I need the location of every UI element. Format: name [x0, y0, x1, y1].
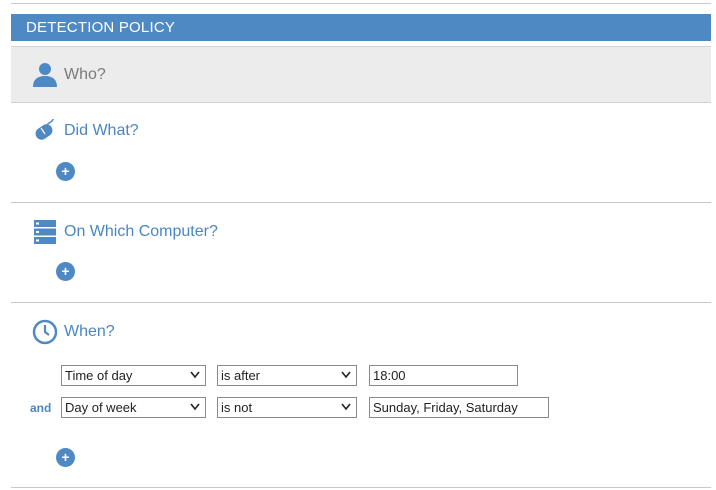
condition-field-select[interactable]: Time of day	[61, 365, 206, 386]
section-when-title: When?	[64, 323, 115, 340]
condition-field-value: Time of day	[65, 368, 133, 383]
detection-policy-panel: DETECTION POLICY Who? Did What? + On Whi…	[11, 0, 711, 490]
condition-operator-value: is after	[221, 368, 261, 383]
chevron-down-icon	[341, 403, 351, 411]
chevron-down-icon	[190, 403, 200, 411]
section-on-which-computer: On Which Computer? +	[11, 202, 711, 302]
section-who[interactable]: Who?	[11, 46, 711, 103]
condition-operator-select[interactable]: is after	[217, 365, 357, 386]
mouse-icon	[31, 117, 59, 145]
section-who-header: Who?	[31, 61, 106, 89]
server-icon	[31, 218, 59, 246]
condition-operator-value: is not	[221, 400, 253, 415]
section-computer-header: On Which Computer?	[31, 218, 218, 246]
add-did-what-button[interactable]: +	[56, 162, 75, 181]
chevron-down-icon	[190, 371, 200, 379]
condition-operator-select[interactable]: is not	[217, 397, 357, 418]
condition-connector: and	[30, 401, 52, 415]
user-icon	[31, 61, 59, 89]
section-computer-title: On Which Computer?	[64, 223, 218, 240]
section-who-title: Who?	[64, 66, 106, 83]
clock-icon	[31, 318, 59, 346]
section-did-what-header: Did What?	[31, 117, 139, 145]
condition-value-input[interactable]: Sunday, Friday, Saturday	[369, 397, 549, 418]
panel-title: DETECTION POLICY	[11, 14, 711, 41]
add-when-condition-button[interactable]: +	[56, 448, 75, 467]
condition-value-input[interactable]: 18:00	[369, 365, 518, 386]
chevron-down-icon	[341, 371, 351, 379]
section-did-what: Did What? +	[11, 103, 711, 202]
section-when-header: When?	[31, 318, 115, 346]
section-when: When? Time of day is after 18:00 and Day…	[11, 302, 711, 488]
condition-field-value: Day of week	[65, 400, 137, 415]
top-divider	[11, 3, 711, 4]
condition-field-select[interactable]: Day of week	[61, 397, 206, 418]
section-did-what-title: Did What?	[64, 122, 139, 139]
add-computer-button[interactable]: +	[56, 262, 75, 281]
